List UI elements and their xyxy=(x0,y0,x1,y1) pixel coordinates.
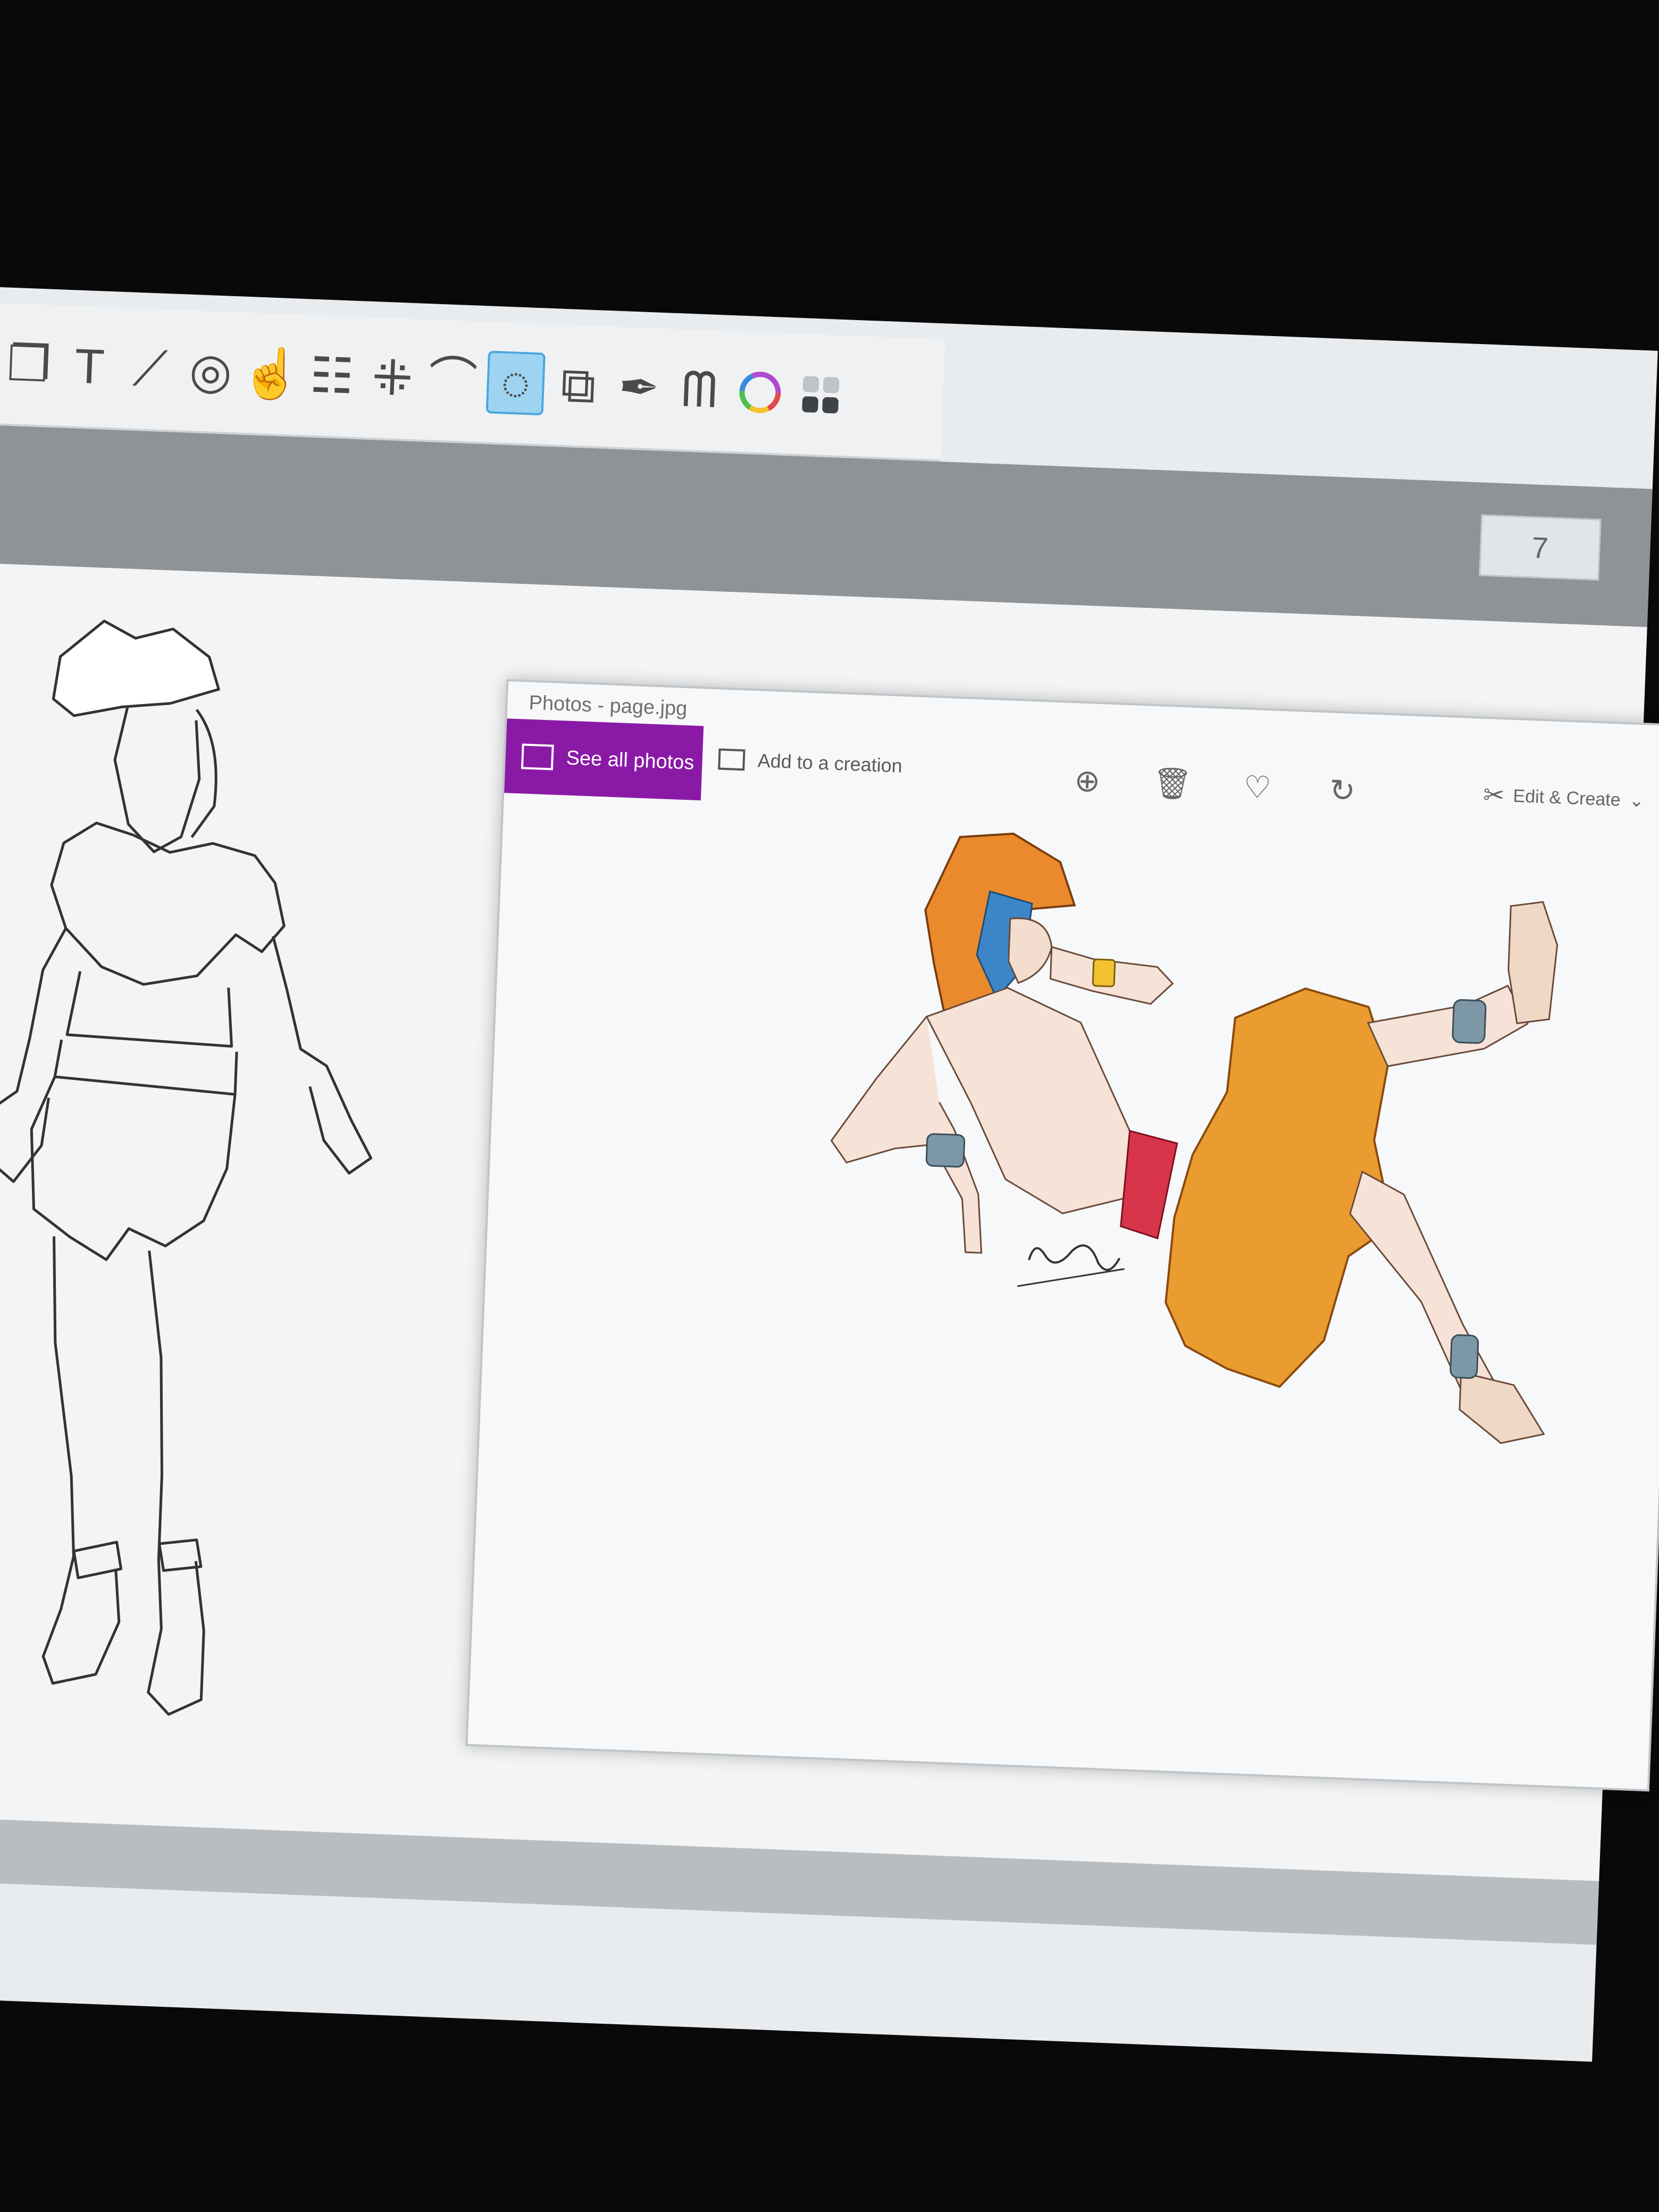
rotate-icon: ↻ xyxy=(1328,773,1356,809)
see-all-photos-button[interactable]: See all photos xyxy=(504,718,704,801)
selection-icon: ⁜ xyxy=(371,350,414,406)
character-line-art xyxy=(0,619,373,1716)
layers-tool-button[interactable]: ⧉ xyxy=(551,355,606,416)
eyedropper-tool-button[interactable]: ✒ xyxy=(611,357,667,418)
fill-tool-button[interactable]: ☷ xyxy=(304,346,359,406)
layers-icon: ⧉ xyxy=(559,357,597,414)
zoom-field[interactable]: 7 xyxy=(1479,514,1602,581)
fill-icon: ☷ xyxy=(308,348,355,404)
transform-icon: ❐ xyxy=(6,336,52,392)
monitor-screen: ❐ T ⟋ ◎ ☝ ☷ ⁜ ⌒ ◌ ⧉ ✒ ᗰ 7 Photos - page.… xyxy=(0,287,1659,2062)
brush-icon: ᗰ xyxy=(681,362,718,418)
edit-create-button[interactable]: ✂ Edit & Create ⌄ xyxy=(1482,780,1645,816)
favorite-button[interactable]: ♡ xyxy=(1238,768,1277,807)
heart-icon: ♡ xyxy=(1243,769,1272,806)
selection-tool-button[interactable]: ⁜ xyxy=(365,348,420,409)
pattern-icon: ◎ xyxy=(188,343,233,399)
ruler-tool-button[interactable]: ⟋ xyxy=(122,339,178,399)
chevron-down-icon: ⌄ xyxy=(1628,790,1645,811)
curve-tool-button[interactable]: ⌒ xyxy=(425,350,481,411)
color-wheel-icon xyxy=(739,372,781,414)
lasso-icon: ◌ xyxy=(500,355,532,411)
photos-icon xyxy=(521,743,554,770)
zoom-value: 7 xyxy=(1531,530,1549,565)
add-to-creation-button[interactable]: Add to a creation xyxy=(718,748,903,777)
add-to-creation-label: Add to a creation xyxy=(757,749,903,777)
text-icon: T xyxy=(73,339,106,395)
swatches-icon xyxy=(802,376,840,414)
text-tool-button[interactable]: T xyxy=(62,337,117,397)
eyedropper-icon: ✒ xyxy=(617,359,661,416)
zoom-in-button[interactable]: ⊕ xyxy=(1068,761,1107,800)
transform-tool-button[interactable]: ❐ xyxy=(1,334,56,395)
swatches-button[interactable] xyxy=(793,365,848,425)
zoom-in-icon: ⊕ xyxy=(1074,763,1101,799)
ruler-icon: ⟋ xyxy=(132,341,169,397)
edit-icon: ✂ xyxy=(1482,781,1505,810)
photos-window: Photos - page.jpg See all photos Add to … xyxy=(465,679,1659,1792)
curve-icon: ⌒ xyxy=(427,353,479,409)
trash-icon: 🗑 xyxy=(1152,765,1193,802)
color-wheel-button[interactable] xyxy=(732,362,787,423)
edit-create-label: Edit & Create xyxy=(1512,785,1621,810)
smudge-tool-button[interactable]: ☝ xyxy=(240,343,303,404)
see-all-photos-label: See all photos xyxy=(566,747,695,774)
rotate-button[interactable]: ↻ xyxy=(1323,771,1362,810)
artist-signature xyxy=(1017,1244,1125,1287)
window-title: Photos - page.jpg xyxy=(528,691,688,720)
colored-artwork xyxy=(830,832,1559,1444)
smudge-icon: ☝ xyxy=(239,345,303,402)
brush-tool-button[interactable]: ᗰ xyxy=(672,360,727,421)
lasso-tool-button[interactable]: ◌ xyxy=(485,350,546,416)
delete-button[interactable]: 🗑 xyxy=(1152,765,1193,803)
creation-icon xyxy=(718,748,745,771)
pattern-tool-button[interactable]: ◎ xyxy=(183,341,238,401)
